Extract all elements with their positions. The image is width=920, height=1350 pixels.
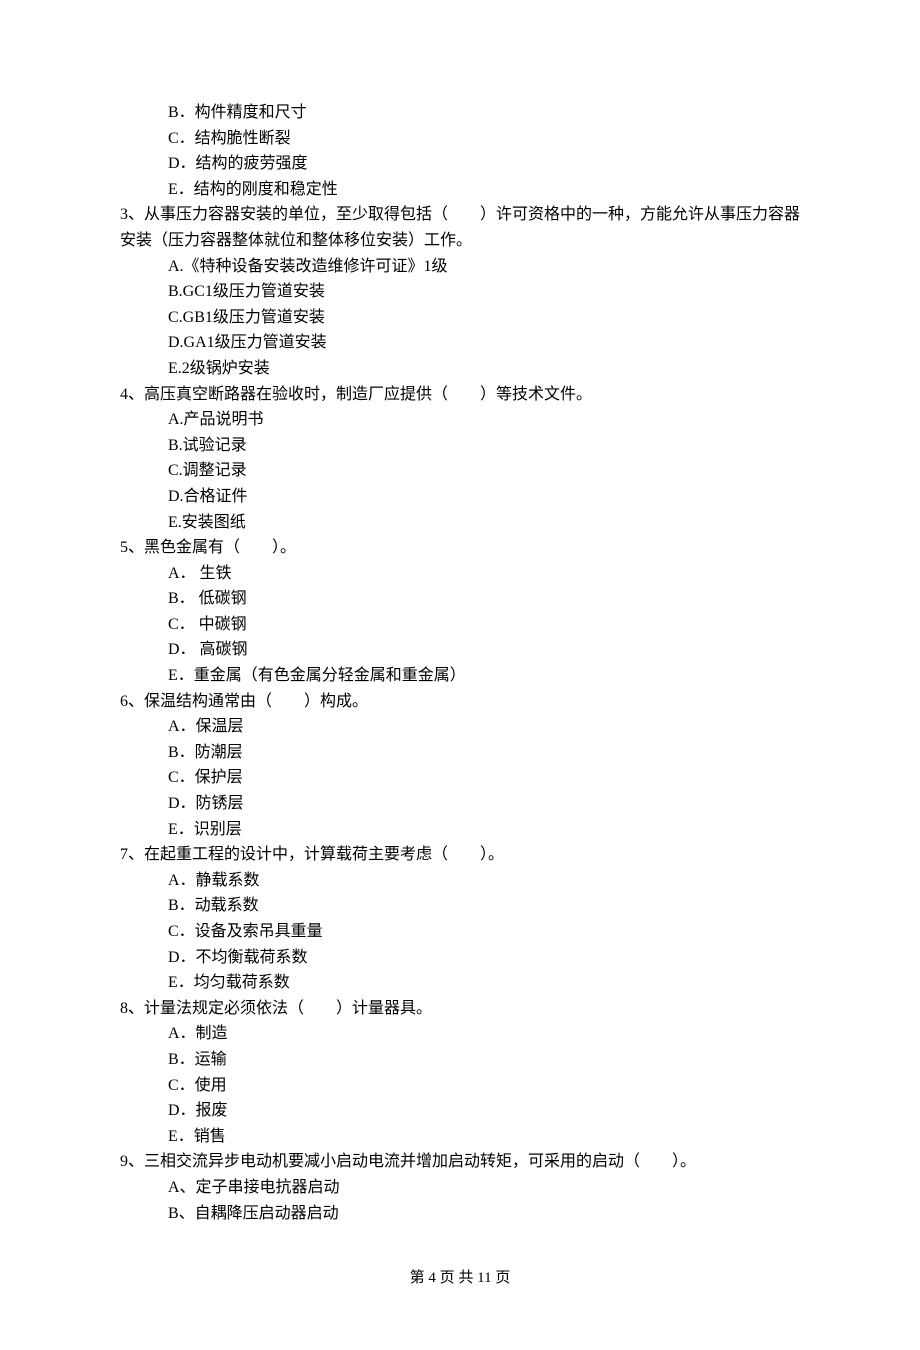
option-item: E.2级锅炉安装	[120, 356, 800, 382]
option-item: C．使用	[120, 1073, 800, 1099]
question-stem: 3、从事压力容器安装的单位，至少取得包括（ ）许可资格中的一种，方能允许从事压力…	[120, 202, 800, 253]
question-stem: 9、三相交流异步电动机要减小启动电流并增加启动转矩，可采用的启动（ ）。	[120, 1149, 800, 1175]
option-item: E.安装图纸	[120, 510, 800, 536]
option-item: B． 低碳钢	[120, 586, 800, 612]
option-item: A.产品说明书	[120, 407, 800, 433]
option-item: E．结构的刚度和稳定性	[120, 177, 800, 203]
option-item: B．运输	[120, 1047, 800, 1073]
option-item: D．结构的疲劳强度	[120, 151, 800, 177]
option-item: A、定子串接电抗器启动	[120, 1175, 800, 1201]
option-item: D.GA1级压力管道安装	[120, 330, 800, 356]
option-item: B.GC1级压力管道安装	[120, 279, 800, 305]
option-item: D．报废	[120, 1098, 800, 1124]
option-item: C． 中碳钢	[120, 612, 800, 638]
option-item: C.GB1级压力管道安装	[120, 305, 800, 331]
question-block: 8、计量法规定必须依法（ ）计量器具。 A．制造 B．运输 C．使用 D．报废 …	[120, 996, 800, 1150]
option-item: B.试验记录	[120, 433, 800, 459]
option-item: A．制造	[120, 1021, 800, 1047]
question-block: 6、保温结构通常由（ ）构成。 A．保温层 B．防潮层 C．保护层 D．防锈层 …	[120, 689, 800, 843]
question-block: 7、在起重工程的设计中，计算载荷主要考虑（ ）。 A．静载系数 B．动载系数 C…	[120, 842, 800, 996]
question-stem: 7、在起重工程的设计中，计算载荷主要考虑（ ）。	[120, 842, 800, 868]
option-item: B、自耦降压启动器启动	[120, 1201, 800, 1227]
orphan-options: B．构件精度和尺寸 C．结构脆性断裂 D．结构的疲劳强度 E．结构的刚度和稳定性	[120, 100, 800, 202]
question-stem: 8、计量法规定必须依法（ ）计量器具。	[120, 996, 800, 1022]
question-block: 9、三相交流异步电动机要减小启动电流并增加启动转矩，可采用的启动（ ）。 A、定…	[120, 1149, 800, 1226]
option-item: C．设备及索吊具重量	[120, 919, 800, 945]
option-item: A.《特种设备安装改造维修许可证》1级	[120, 254, 800, 280]
question-stem: 6、保温结构通常由（ ）构成。	[120, 689, 800, 715]
option-item: C．结构脆性断裂	[120, 126, 800, 152]
option-item: D． 高碳钢	[120, 637, 800, 663]
page-footer: 第 4 页 共 11 页	[120, 1266, 800, 1290]
option-item: E．销售	[120, 1124, 800, 1150]
option-item: E．重金属（有色金属分轻金属和重金属）	[120, 663, 800, 689]
question-block: 4、高压真空断路器在验收时，制造厂应提供（ ）等技术文件。 A.产品说明书 B.…	[120, 382, 800, 536]
question-block: 3、从事压力容器安装的单位，至少取得包括（ ）许可资格中的一种，方能允许从事压力…	[120, 202, 800, 381]
option-item: A．静载系数	[120, 868, 800, 894]
option-item: A．保温层	[120, 714, 800, 740]
option-item: A． 生铁	[120, 561, 800, 587]
option-item: B．构件精度和尺寸	[120, 100, 800, 126]
option-item: B．动载系数	[120, 893, 800, 919]
option-item: E．均匀载荷系数	[120, 970, 800, 996]
option-item: D．不均衡载荷系数	[120, 945, 800, 971]
option-item: D.合格证件	[120, 484, 800, 510]
option-item: C．保护层	[120, 765, 800, 791]
document-page: B．构件精度和尺寸 C．结构脆性断裂 D．结构的疲劳强度 E．结构的刚度和稳定性…	[0, 0, 920, 1350]
question-stem: 5、黑色金属有（ ）。	[120, 535, 800, 561]
question-stem: 4、高压真空断路器在验收时，制造厂应提供（ ）等技术文件。	[120, 382, 800, 408]
option-item: C.调整记录	[120, 458, 800, 484]
option-item: D．防锈层	[120, 791, 800, 817]
option-item: E．识别层	[120, 817, 800, 843]
option-item: B．防潮层	[120, 740, 800, 766]
question-block: 5、黑色金属有（ ）。 A． 生铁 B． 低碳钢 C． 中碳钢 D． 高碳钢 E…	[120, 535, 800, 689]
